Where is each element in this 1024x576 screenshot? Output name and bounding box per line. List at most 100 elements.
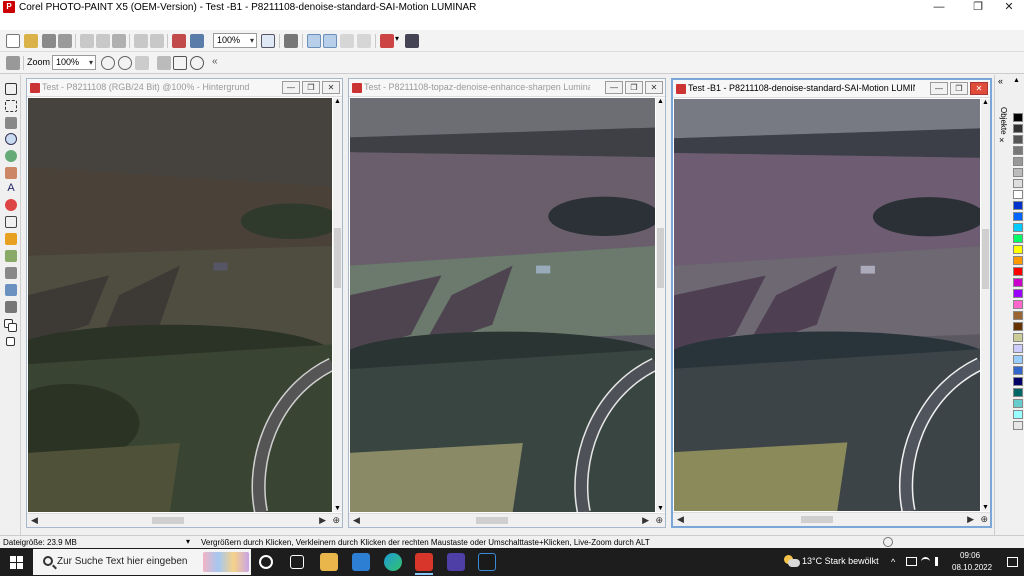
document-restore-button[interactable]: ❐	[625, 81, 643, 94]
zoom-tool-icon[interactable]	[5, 133, 17, 145]
scroll-right-icon[interactable]: ▶	[319, 515, 326, 526]
task-view-icon[interactable]	[290, 555, 304, 569]
close-window-button[interactable]: ✕	[992, 0, 1024, 15]
mask-tool-icon[interactable]	[5, 100, 17, 112]
color-swatch[interactable]	[1013, 245, 1023, 254]
document-close-button[interactable]: ✕	[645, 81, 663, 94]
file-explorer-icon[interactable]	[320, 553, 338, 571]
chevron-down-icon[interactable]: ▾	[186, 537, 190, 546]
scroll-up-icon[interactable]: ▲	[334, 98, 341, 105]
edge-browser-icon[interactable]	[384, 553, 402, 571]
color-swatch[interactable]	[1013, 311, 1023, 320]
open-folder-icon[interactable]	[24, 34, 38, 48]
horizontal-scrollbar[interactable]: ◀ ▶ ⊕	[349, 513, 665, 527]
chevron-down-icon[interactable]: ▾	[395, 34, 401, 48]
image-canvas-topaz[interactable]	[350, 98, 655, 512]
vertical-scrollbar[interactable]: ▲ ▼	[333, 98, 342, 512]
scroll-left-icon[interactable]: ◀	[31, 515, 38, 526]
eraser-tool-icon[interactable]	[5, 167, 17, 179]
zoom-to-fit-icon[interactable]	[173, 56, 187, 70]
eyedropper-tool-icon[interactable]	[5, 150, 17, 162]
paste-icon[interactable]	[112, 34, 126, 48]
document-close-button[interactable]: ✕	[970, 82, 988, 95]
undo-icon[interactable]	[134, 34, 148, 48]
scroll-thumb[interactable]	[982, 229, 989, 289]
transparency-tool-icon[interactable]	[5, 284, 17, 296]
color-swatch[interactable]	[1013, 289, 1023, 298]
speaker-icon[interactable]	[935, 557, 945, 566]
network-icon[interactable]	[906, 557, 917, 566]
color-swatch[interactable]	[1013, 421, 1023, 430]
color-swatch[interactable]	[1013, 267, 1023, 276]
notification-icon[interactable]	[1007, 557, 1018, 567]
zoom-to-selection-icon[interactable]	[157, 56, 171, 70]
zoom-fit-icon[interactable]	[261, 34, 275, 48]
objects-docker-label[interactable]: Objekte	[999, 107, 1008, 135]
color-swatch[interactable]	[1013, 146, 1023, 155]
zoom-to-width-icon[interactable]	[190, 56, 204, 70]
document-restore-button[interactable]: ❐	[950, 82, 968, 95]
pick-tool-icon[interactable]	[5, 83, 17, 95]
outlook-icon[interactable]	[352, 553, 370, 571]
color-swatch[interactable]	[1013, 157, 1023, 166]
color-swatch[interactable]	[1013, 234, 1023, 243]
color-swatch[interactable]	[1013, 135, 1023, 144]
redo-icon[interactable]	[150, 34, 164, 48]
color-swatch[interactable]	[1013, 168, 1023, 177]
save-icon[interactable]	[42, 34, 56, 48]
zoom-100-icon[interactable]	[135, 56, 149, 70]
color-swatch[interactable]	[1013, 344, 1023, 353]
color-swatch[interactable]	[1013, 322, 1023, 331]
color-swatch[interactable]	[1013, 223, 1023, 232]
show-object-marquee-icon[interactable]	[323, 34, 337, 48]
color-swatch[interactable]	[1013, 256, 1023, 265]
color-swatch[interactable]	[1013, 124, 1023, 133]
navigator-icon[interactable]: ⊕	[980, 514, 988, 525]
color-swatch[interactable]	[1013, 212, 1023, 221]
scroll-down-icon[interactable]: ▼	[657, 505, 664, 512]
document-restore-button[interactable]: ❐	[302, 81, 320, 94]
scroll-thumb[interactable]	[801, 516, 833, 523]
color-swatch[interactable]	[1013, 388, 1023, 397]
weather-readout[interactable]: 13°C Stark bewölkt	[802, 556, 879, 566]
affinity-photo-icon[interactable]	[478, 553, 496, 571]
import-icon[interactable]	[172, 34, 186, 48]
color-swatch[interactable]	[1013, 179, 1023, 188]
brush-tool-icon[interactable]	[5, 250, 17, 262]
document-minimize-button[interactable]: —	[282, 81, 300, 94]
color-swatch[interactable]	[1013, 333, 1023, 342]
zoom-level-combo[interactable]: 100% ▾	[213, 33, 257, 48]
clock-date[interactable]: 08.10.2022	[952, 563, 992, 572]
scroll-up-icon[interactable]: ▲	[1013, 77, 1020, 84]
clock-time[interactable]: 09:06	[960, 551, 980, 560]
scroll-down-icon[interactable]: ▼	[982, 504, 989, 511]
scroll-down-icon[interactable]: ▼	[334, 505, 341, 512]
tray-chevron-icon[interactable]: ^	[891, 557, 895, 567]
double-chevron-left-icon[interactable]: «	[998, 76, 1003, 86]
color-swatch[interactable]	[1013, 377, 1023, 386]
zoom-out-icon[interactable]	[118, 56, 132, 70]
double-chevron-left-icon[interactable]: «	[212, 56, 226, 70]
welcome-screen-icon[interactable]	[380, 34, 394, 48]
show-mask-icon[interactable]	[307, 34, 321, 48]
weather-cloud-icon[interactable]	[784, 555, 800, 567]
color-swatch[interactable]	[1013, 190, 1023, 199]
navigator-icon[interactable]: ⊕	[332, 515, 340, 526]
color-proof-icon[interactable]	[883, 537, 893, 547]
image-canvas-original[interactable]	[28, 98, 332, 512]
color-swatch[interactable]	[1013, 113, 1023, 122]
paper-color-swatch[interactable]	[6, 337, 15, 346]
export-icon[interactable]	[190, 34, 204, 48]
options-icon[interactable]	[405, 34, 419, 48]
close-icon[interactable]: ×	[999, 135, 1004, 145]
red-eye-tool-icon[interactable]	[5, 199, 17, 211]
color-swatch[interactable]	[1013, 201, 1023, 210]
document-minimize-button[interactable]: —	[930, 82, 948, 95]
taskbar-search-box[interactable]: Zur Suche Text hier eingeben	[33, 549, 251, 575]
image-canvas-luminar[interactable]	[674, 99, 980, 511]
vertical-scrollbar[interactable]: ▲ ▼	[981, 99, 990, 511]
new-file-icon[interactable]	[6, 34, 20, 48]
rectangle-tool-icon[interactable]	[5, 216, 17, 228]
scroll-thumb[interactable]	[476, 517, 508, 524]
color-swatch[interactable]	[1013, 366, 1023, 375]
